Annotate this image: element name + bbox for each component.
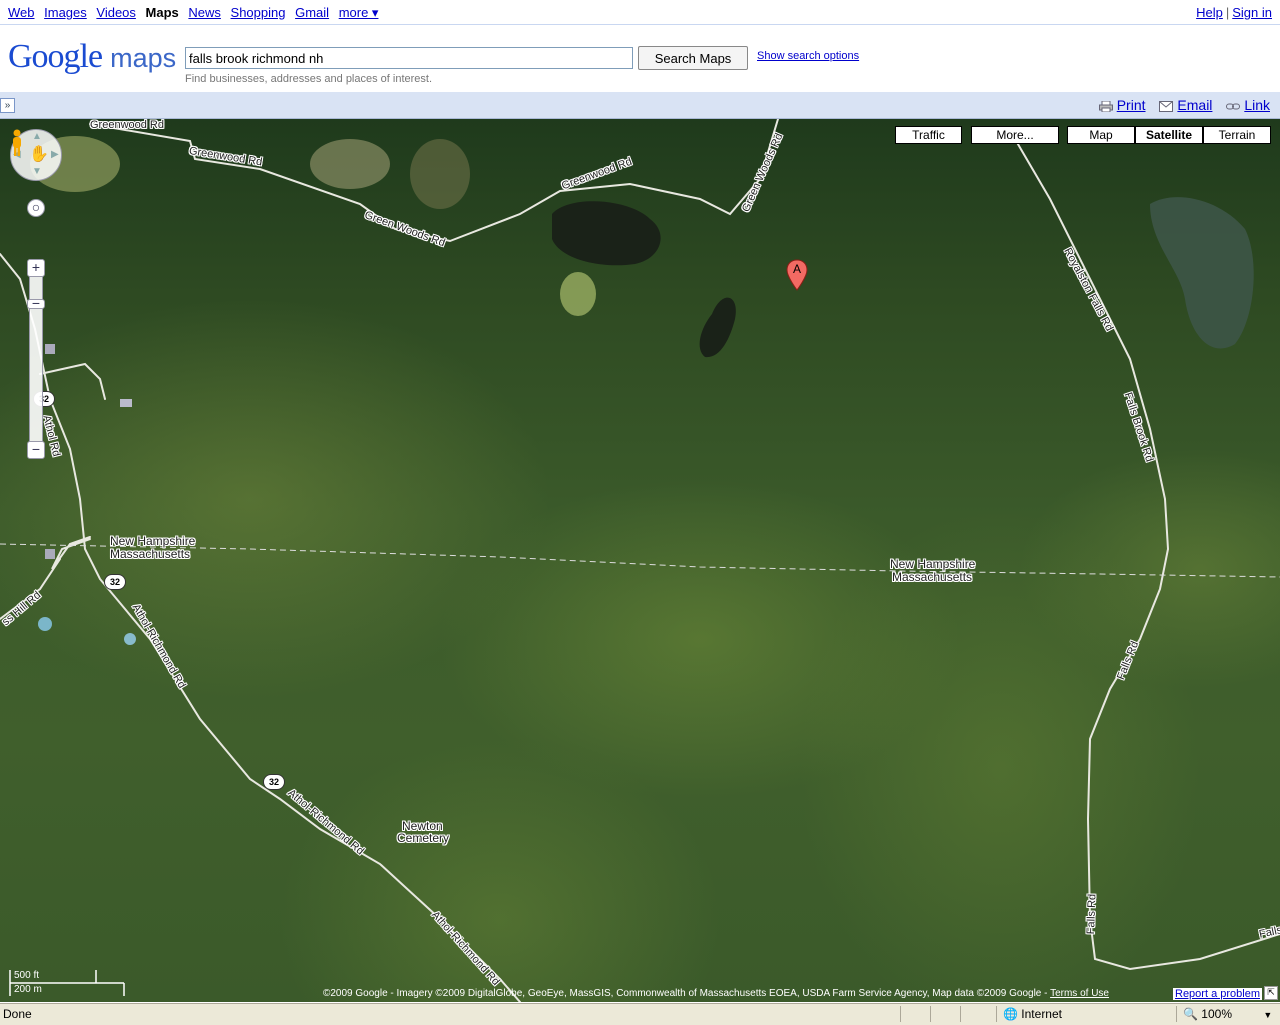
separator: | (1225, 5, 1230, 20)
print-action[interactable]: Print (1098, 97, 1150, 113)
route-shield: 32 (263, 774, 285, 790)
nav-link-videos[interactable]: Videos (96, 5, 136, 20)
terms-of-use-link[interactable]: Terms of Use (1050, 988, 1109, 999)
zoom-out-icon[interactable]: − (27, 441, 45, 459)
attribution-text: ©2009 Google - Imagery ©2009 DigitalGlob… (323, 988, 1051, 999)
map-attribution: ©2009 Google - Imagery ©2009 DigitalGlob… (323, 988, 1109, 999)
scale-bar: 500 ft 200 m (8, 970, 126, 996)
account-links: Help | Sign in (1196, 5, 1272, 20)
show-search-options-link[interactable]: Show search options (757, 50, 859, 62)
print-link[interactable]: Print (1117, 97, 1146, 113)
header: Googlemaps Search Maps Show search optio… (0, 25, 1280, 91)
help-link[interactable]: Help (1196, 5, 1223, 20)
scale-feet: 500 ft (14, 970, 40, 981)
pegman-icon[interactable] (10, 129, 24, 157)
browser-status-bar: Done 🌐 Internet 🔍 100% ▼ (0, 1003, 1280, 1025)
status-divider (900, 1006, 901, 1022)
nav-link-gmail[interactable]: Gmail (295, 5, 329, 20)
map-actions: Print Email Link (1089, 97, 1270, 113)
nav-link-shopping[interactable]: Shopping (231, 5, 286, 20)
marker-label: A (792, 262, 801, 276)
satellite-button[interactable]: Satellite (1135, 126, 1203, 144)
traffic-button[interactable]: Traffic (895, 126, 962, 144)
dropdown-arrow-icon[interactable]: ▼ (1263, 1010, 1272, 1020)
location-marker-a[interactable]: A (786, 259, 808, 291)
security-zone: 🌐 Internet (996, 1006, 1062, 1022)
place-label-cemetery: Cemetery (397, 831, 450, 845)
logo-maps-text: maps (110, 43, 177, 73)
logo-text: Google (8, 38, 103, 75)
link-link[interactable]: Link (1244, 97, 1270, 113)
link-action[interactable]: Link (1226, 97, 1270, 113)
pan-up-icon[interactable]: ▲ (32, 131, 42, 142)
more-button[interactable]: More... (971, 126, 1059, 144)
road-label-falls-2: Falls Rd (1085, 893, 1099, 935)
state-label-ma-right: Massachusetts (892, 570, 973, 584)
satellite-map[interactable]: Greenwood Rd Greenwood Rd Greenwood Rd G… (0, 119, 1280, 1002)
zoom-level[interactable]: 🔍 100% ▼ (1176, 1006, 1272, 1022)
nav-link-news[interactable]: News (188, 5, 221, 20)
report-problem-box: Report a problem (1173, 988, 1262, 1000)
hand-icon: ✋ (29, 146, 49, 163)
terrain-button[interactable]: Terrain (1203, 126, 1271, 144)
pan-right-icon[interactable]: ▶ (51, 149, 59, 160)
zone-label: Internet (1021, 1007, 1062, 1021)
search-maps-button[interactable]: Search Maps (638, 46, 748, 70)
road-label-greenwood-1: Greenwood Rd (90, 119, 164, 131)
nav-link-images[interactable]: Images (44, 5, 87, 20)
nav-link-web[interactable]: Web (8, 5, 35, 20)
reset-view-icon[interactable]: ○ (27, 199, 45, 217)
map-overlay (0, 119, 1280, 1002)
nav-link-maps: Maps (145, 5, 179, 20)
expand-icon[interactable]: ⇱ (1264, 986, 1278, 1000)
chain-link-icon (1226, 103, 1241, 110)
status-text: Done (3, 1007, 32, 1021)
email-action[interactable]: Email (1159, 97, 1216, 113)
pan-down-icon[interactable]: ▼ (32, 166, 42, 177)
envelope-icon (1159, 100, 1174, 112)
report-problem-link[interactable]: Report a problem (1175, 988, 1260, 1000)
email-link[interactable]: Email (1177, 97, 1212, 113)
map-toolbar: » Print Email Link (0, 92, 1280, 119)
nav-link-more[interactable]: more ▾ (339, 5, 379, 20)
service-links: Web Images Videos Maps News Shopping Gma… (8, 5, 384, 21)
search-hint: Find businesses, addresses and places of… (185, 73, 433, 85)
zoom-slider-handle[interactable]: − (27, 296, 45, 310)
printer-icon (1098, 100, 1113, 112)
scale-meters: 200 m (14, 984, 42, 995)
magnifier-icon: 🔍 (1183, 1007, 1198, 1021)
state-label-nh-right: New Hampshire (890, 557, 976, 571)
panel-toggle-button[interactable]: » (0, 98, 15, 113)
route-shield: 32 (104, 574, 126, 590)
zoom-in-icon[interactable]: + (27, 259, 45, 277)
state-label-nh-left: New Hampshire (110, 534, 196, 548)
sign-in-link[interactable]: Sign in (1232, 5, 1272, 20)
map-button[interactable]: Map (1067, 126, 1135, 144)
status-divider (930, 1006, 931, 1022)
state-label-ma-left: Massachusetts (110, 547, 191, 561)
search-input[interactable] (185, 47, 633, 69)
google-maps-logo[interactable]: Google maps (8, 39, 176, 76)
zoom-slider-track[interactable] (29, 259, 43, 451)
globe-icon: 🌐 (1003, 1007, 1018, 1021)
zoom-value: 100% (1201, 1007, 1232, 1021)
status-divider (960, 1006, 961, 1022)
navigation-control: ✋ ▲ ▼ ◀ ▶ ○ + − − (10, 129, 62, 459)
top-nav: Web Images Videos Maps News Shopping Gma… (0, 0, 1280, 25)
map-type-controls: Traffic More... Map Satellite Terrain (892, 126, 1272, 144)
